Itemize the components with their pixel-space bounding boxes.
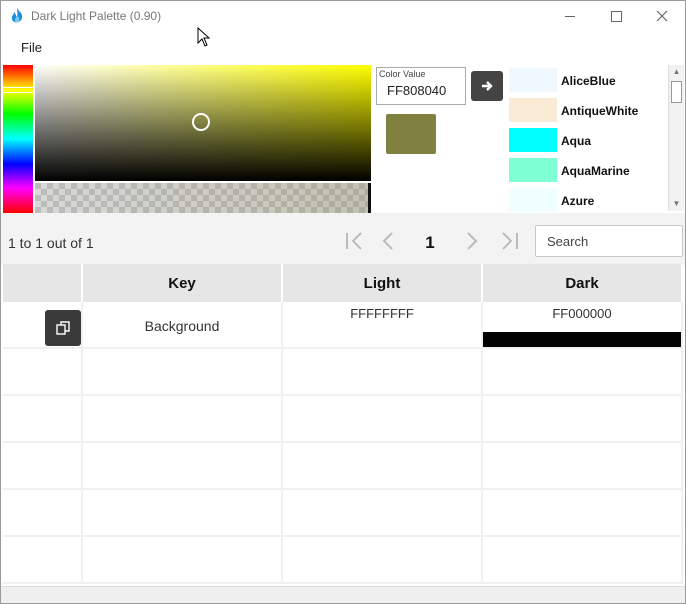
named-color-label: AntiqueWhite <box>561 104 639 118</box>
status-bar <box>1 586 685 603</box>
dark-value: FF000000 <box>552 306 612 321</box>
color-selector-handle[interactable] <box>192 113 210 131</box>
named-color-scrollbar[interactable]: ▲ ▼ <box>668 65 684 211</box>
color-value-input[interactable]: FF808040 <box>387 83 446 98</box>
empty-cell <box>83 537 283 584</box>
empty-cell <box>483 349 683 396</box>
column-header-key[interactable]: Key <box>83 264 283 302</box>
pager-bar: 1 to 1 out of 1 1 Search <box>1 213 685 265</box>
empty-cell <box>483 537 683 584</box>
color-chip <box>509 68 557 92</box>
saturation-value-field[interactable] <box>35 65 371 181</box>
named-color-label: Aqua <box>561 134 591 148</box>
empty-cell <box>283 396 483 443</box>
alpha-slider[interactable] <box>35 183 371 213</box>
hue-slider[interactable] <box>3 65 33 213</box>
copy-icon <box>56 321 70 335</box>
app-window: Dark Light Palette (0.90) File Color Val… <box>0 0 686 604</box>
named-color-item[interactable]: AliceBlue <box>507 65 667 95</box>
record-count-text: 1 to 1 out of 1 <box>8 235 94 251</box>
search-input[interactable]: Search <box>535 225 683 257</box>
maximize-icon <box>610 10 622 22</box>
selected-color-swatch <box>386 114 436 154</box>
key-value: Background <box>144 318 220 334</box>
alpha-gradient <box>35 183 371 213</box>
column-header-light[interactable]: Light <box>283 264 483 302</box>
palette-grid: Key Light Dark Background FFFFFFFF FF000… <box>3 264 683 586</box>
last-page-button[interactable] <box>495 227 523 255</box>
dark-color-preview <box>483 332 681 347</box>
chevron-left-icon <box>382 232 393 250</box>
color-chip <box>509 188 557 212</box>
color-picker: Color Value FF808040 AliceBlue AntiqueWh… <box>1 63 685 213</box>
color-value-field[interactable]: Color Value FF808040 <box>376 67 466 105</box>
next-page-button[interactable] <box>458 227 486 255</box>
color-value-label: Color Value <box>379 69 426 79</box>
empty-cell <box>283 443 483 490</box>
close-icon <box>656 10 668 22</box>
close-button[interactable] <box>639 1 685 31</box>
empty-cell <box>483 490 683 537</box>
table-cell-light[interactable]: FFFFFFFF <box>283 302 483 349</box>
named-color-item[interactable]: AntiqueWhite <box>507 95 667 125</box>
named-color-label: Azure <box>561 194 595 208</box>
chevron-right-icon <box>467 232 478 250</box>
last-page-icon <box>502 232 518 250</box>
copy-button[interactable] <box>45 310 81 346</box>
scroll-down-icon[interactable]: ▼ <box>669 197 684 211</box>
mouse-cursor-icon <box>197 27 211 47</box>
apply-color-button[interactable] <box>471 71 503 101</box>
menu-bar: File <box>1 31 685 61</box>
empty-cell <box>83 349 283 396</box>
table-row-action-cell <box>3 302 83 349</box>
empty-cell <box>3 396 83 443</box>
empty-cell <box>83 396 283 443</box>
current-page-number: 1 <box>425 233 435 252</box>
table-cell-key[interactable]: Background <box>83 302 283 349</box>
first-page-icon <box>346 232 362 250</box>
window-title: Dark Light Palette (0.90) <box>31 9 162 23</box>
empty-cell <box>83 443 283 490</box>
search-placeholder: Search <box>547 234 589 249</box>
named-color-label: AquaMarine <box>561 164 630 178</box>
named-color-list: AliceBlue AntiqueWhite Aqua AquaMarine A… <box>507 65 667 213</box>
maximize-button[interactable] <box>593 1 639 31</box>
title-bar: Dark Light Palette (0.90) <box>1 1 685 31</box>
column-header-actions <box>3 264 83 302</box>
empty-cell <box>283 490 483 537</box>
empty-cell <box>3 537 83 584</box>
empty-cell <box>483 443 683 490</box>
empty-cell <box>3 349 83 396</box>
previous-page-button[interactable] <box>374 227 402 255</box>
empty-cell <box>283 349 483 396</box>
first-page-button[interactable] <box>341 227 369 255</box>
empty-cell <box>283 537 483 584</box>
empty-cell <box>3 443 83 490</box>
hue-slider-handle[interactable] <box>3 87 33 93</box>
column-header-dark[interactable]: Dark <box>483 264 683 302</box>
minimize-button[interactable] <box>547 1 593 31</box>
named-color-item[interactable]: Aqua <box>507 125 667 155</box>
empty-cell <box>83 490 283 537</box>
arrow-right-icon <box>482 81 493 91</box>
named-color-item[interactable]: Azure <box>507 185 667 213</box>
table-cell-dark[interactable]: FF000000 <box>483 302 683 349</box>
color-chip <box>509 158 557 182</box>
empty-cell <box>483 396 683 443</box>
color-chip <box>509 98 557 122</box>
named-color-label: AliceBlue <box>561 74 616 88</box>
scrollbar-thumb[interactable] <box>671 81 682 103</box>
app-flame-icon <box>11 8 23 23</box>
color-chip <box>509 128 557 152</box>
menu-file[interactable]: File <box>21 40 42 55</box>
alpha-slider-handle[interactable] <box>368 183 371 213</box>
empty-cell <box>3 490 83 537</box>
minimize-icon <box>565 15 575 17</box>
named-color-item[interactable]: AquaMarine <box>507 155 667 185</box>
scroll-up-icon[interactable]: ▲ <box>669 65 684 79</box>
light-value: FFFFFFFF <box>350 306 414 321</box>
